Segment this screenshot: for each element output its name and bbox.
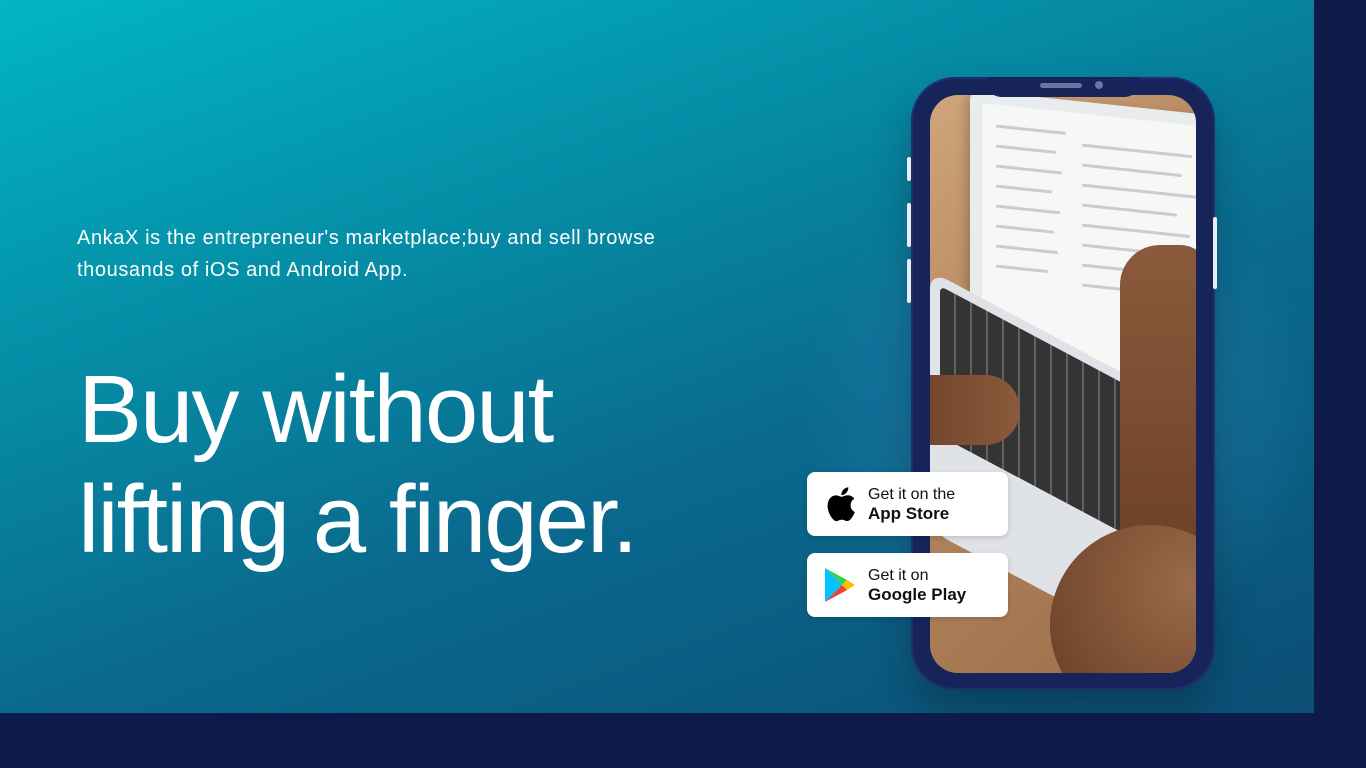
hand-image [1120, 245, 1196, 545]
app-store-small-text: Get it on the [868, 486, 956, 503]
google-play-small-text: Get it on [868, 567, 929, 584]
phone-volume-button [907, 157, 911, 181]
headline-line-2: lifting a finger. [78, 466, 638, 573]
google-play-big-text: Google Play [868, 585, 967, 604]
phone-power-button [1213, 217, 1217, 289]
apple-icon [820, 484, 860, 524]
app-store-big-text: App Store [868, 504, 950, 523]
hand-image [930, 375, 1020, 445]
google-play-icon [820, 565, 860, 605]
hero-section: AnkaX is the entrepreneur's marketplace;… [0, 0, 1314, 713]
right-border-strip [1314, 0, 1366, 713]
bottom-border-strip [0, 713, 1366, 768]
phone-volume-button [907, 203, 911, 247]
google-play-label: Get it on Google Play [868, 566, 966, 604]
phone-notch [987, 77, 1139, 97]
app-store-label: Get it on the App Store [868, 485, 955, 523]
hero-headline: Buy without lifting a finger. [78, 355, 778, 575]
hero-tagline: AnkaX is the entrepreneur's marketplace;… [77, 227, 656, 281]
phone-speaker [1040, 83, 1082, 88]
phone-volume-button [907, 259, 911, 303]
headline-line-1: Buy without [78, 356, 554, 463]
app-store-button[interactable]: Get it on the App Store [807, 472, 1008, 536]
phone-camera [1095, 81, 1103, 89]
google-play-button[interactable]: Get it on Google Play [807, 553, 1008, 617]
